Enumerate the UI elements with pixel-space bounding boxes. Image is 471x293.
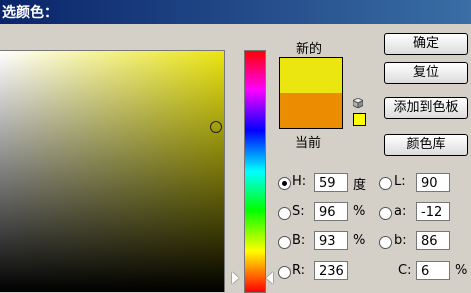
- new-color-swatch: [280, 58, 342, 93]
- saturation-unit: %: [353, 204, 366, 219]
- cyan-field[interactable]: 6: [416, 261, 450, 280]
- lab-a-label: a:: [394, 204, 407, 219]
- brightness-label: B:: [292, 233, 306, 248]
- lab-a-radio[interactable]: [379, 207, 392, 220]
- hue-unit: 度: [353, 178, 367, 193]
- hue-field[interactable]: 59: [314, 173, 348, 192]
- lab-b-label: b:: [394, 233, 407, 248]
- cyan-unit: %: [455, 263, 468, 278]
- saturation-field[interactable]: 96: [314, 202, 348, 221]
- brightness-unit: %: [353, 233, 366, 248]
- brightness-field[interactable]: 93: [314, 231, 348, 250]
- color-libraries-button[interactable]: 颜色库: [384, 134, 468, 156]
- web-safe-cube-icon[interactable]: [353, 98, 363, 108]
- add-to-swatches-button[interactable]: 添加到色板: [384, 97, 468, 119]
- reset-button[interactable]: 复位: [384, 62, 468, 84]
- color-field-cursor[interactable]: [210, 121, 222, 133]
- lab-l-radio[interactable]: [379, 177, 392, 190]
- title-bar: 选颜色：: [0, 0, 471, 24]
- new-color-label: 新的: [296, 42, 323, 57]
- hue-slider-right-arrow-icon[interactable]: [266, 272, 273, 284]
- hue-radio[interactable]: [278, 177, 291, 190]
- color-comparison-swatch: [279, 57, 343, 129]
- color-field[interactable]: [0, 50, 225, 292]
- lab-l-field[interactable]: 90: [416, 173, 450, 192]
- web-safe-color-swatch[interactable]: [353, 113, 366, 126]
- saturation-radio[interactable]: [278, 207, 291, 220]
- saturation-label: S:: [292, 204, 305, 219]
- lab-b-radio[interactable]: [379, 236, 392, 249]
- red-radio[interactable]: [278, 266, 291, 279]
- hue-label: H:: [292, 174, 307, 189]
- lab-l-label: L:: [394, 174, 406, 189]
- hue-slider[interactable]: [244, 50, 266, 293]
- lab-b-field[interactable]: 86: [416, 231, 450, 250]
- current-color-label: 当前: [295, 136, 322, 151]
- red-field[interactable]: 236: [314, 261, 348, 280]
- red-label: R:: [292, 263, 306, 278]
- current-color-swatch[interactable]: [280, 93, 342, 128]
- window-title: 选颜色：: [2, 5, 58, 21]
- hue-slider-left-arrow-icon[interactable]: [232, 272, 239, 284]
- brightness-radio[interactable]: [278, 236, 291, 249]
- ok-button[interactable]: 确定: [384, 33, 468, 55]
- lab-a-field[interactable]: -12: [416, 202, 450, 221]
- cyan-label: C:: [398, 263, 412, 278]
